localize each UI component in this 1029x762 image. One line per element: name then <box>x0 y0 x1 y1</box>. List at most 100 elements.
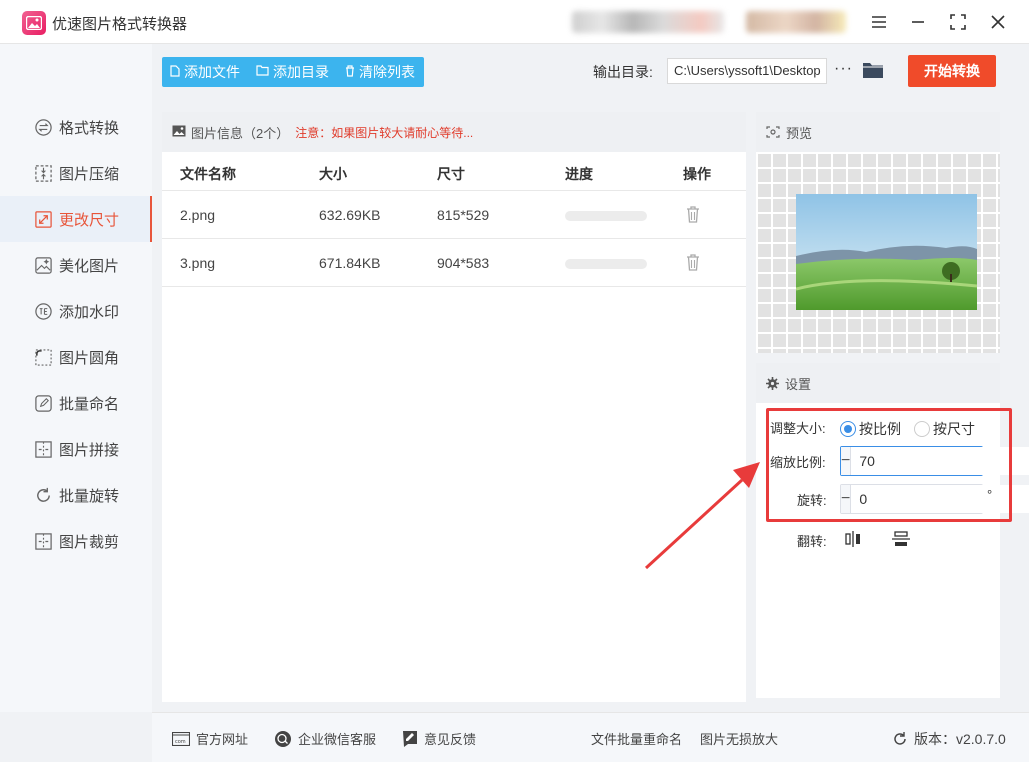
preview-header: 预览 <box>756 112 1000 152</box>
rename-icon <box>34 394 53 413</box>
delete-icon[interactable] <box>686 253 700 274</box>
output-dir-field[interactable]: C:\Users\yssoft1\Desktop <box>667 58 827 84</box>
official-website-label: 官方网址 <box>196 732 249 747</box>
version-label: 版本：v2.0.7.0 <box>914 731 1006 747</box>
wechat-support-link[interactable]: 企业微信客服 <box>274 729 376 748</box>
output-dir-label: 输出目录: <box>593 64 653 80</box>
app-title: 优速图片格式转换器 <box>52 16 188 33</box>
file-name-cell: 2.png <box>180 207 216 223</box>
sidebar-item-label: 美化图片 <box>59 257 120 275</box>
column-header-actions: 操作 <box>683 166 711 182</box>
sidebar-item-resize[interactable]: 更改尺寸 <box>0 196 152 242</box>
lossless-upscale-link[interactable]: 图片无损放大 <box>700 729 778 748</box>
feedback-label: 意见反馈 <box>424 732 477 747</box>
resize-icon <box>34 210 53 229</box>
flip-horizontal-icon[interactable] <box>844 530 862 551</box>
wechat-support-label: 企业微信客服 <box>298 732 377 747</box>
title-bar: 优速图片格式转换器 <box>0 0 1029 44</box>
menu-icon[interactable] <box>868 11 890 33</box>
sidebar-item-beautify[interactable]: 美化图片 <box>0 242 152 288</box>
sidebar-item-label: 更改尺寸 <box>59 211 120 229</box>
table-row[interactable]: 2.png 632.69KB 815*529 <box>162 191 746 239</box>
sidebar-item-format-convert[interactable]: 格式转换 <box>0 104 152 150</box>
feedback-icon <box>403 730 417 747</box>
add-file-button[interactable]: 添加文件 <box>162 57 248 87</box>
sidebar-item-label: 批量旋转 <box>59 487 120 505</box>
watermark-icon <box>34 302 53 321</box>
compress-icon <box>34 164 53 183</box>
folder-icon <box>256 65 269 79</box>
file-name-cell: 3.png <box>180 255 216 271</box>
sidebar-item-compress[interactable]: 图片压缩 <box>0 150 152 196</box>
batch-rename-label: 文件批量重命名 <box>591 732 683 747</box>
settings-title: 设置 <box>785 376 812 392</box>
trash-icon <box>345 64 355 80</box>
table-row[interactable]: 3.png 671.84KB 904*583 <box>162 239 746 287</box>
app-logo-icon <box>22 11 46 35</box>
sidebar-item-label: 批量命名 <box>59 395 120 413</box>
maximize-icon[interactable] <box>947 11 969 33</box>
file-info-header: 图片信息（2个） 注意：如果图片较大请耐心等待... <box>162 112 746 152</box>
progress-bar <box>565 211 647 221</box>
file-info-title: 图片信息（2个） <box>191 125 290 141</box>
sidebar-item-label: 添加水印 <box>59 303 120 321</box>
settings-header: 设置 <box>756 363 1000 403</box>
flip-vertical-icon[interactable] <box>891 530 911 551</box>
column-header-progress: 进度 <box>565 166 593 182</box>
progress-bar <box>565 259 647 269</box>
footer: com 官方网址 企业微信客服 意见反馈 文件批量重命名 图片无损放大 版本：v… <box>152 712 1029 762</box>
stitch-icon <box>34 440 53 459</box>
sidebar-item-label: 图片裁剪 <box>59 533 120 551</box>
sidebar-item-rounded-corner[interactable]: 图片圆角 <box>0 334 152 380</box>
feedback-link[interactable]: 意见反馈 <box>402 729 476 748</box>
more-options-button[interactable]: ··· <box>834 60 853 78</box>
lossless-upscale-label: 图片无损放大 <box>700 732 779 747</box>
refresh-icon <box>894 732 906 745</box>
delete-icon[interactable] <box>686 205 700 226</box>
file-toolbar: 添加文件 添加目录 清除列表 <box>162 57 424 87</box>
sidebar-item-crop[interactable]: 图片裁剪 <box>0 518 152 564</box>
image-icon <box>172 125 186 140</box>
sidebar-item-label: 图片压缩 <box>59 165 120 183</box>
start-convert-button[interactable]: 开始转换 <box>908 55 996 87</box>
format-convert-icon <box>34 118 53 137</box>
column-header-size: 大小 <box>319 166 347 182</box>
user-info-blurred[interactable] <box>572 11 724 33</box>
preview-panel: 预览 <box>756 112 1000 353</box>
beautify-icon <box>34 256 53 275</box>
sidebar-item-label: 图片圆角 <box>59 349 120 367</box>
open-folder-icon[interactable] <box>862 61 884 82</box>
highlight-box <box>766 408 1012 522</box>
preview-icon <box>766 126 780 138</box>
file-size-cell: 632.69KB <box>319 207 381 223</box>
file-icon <box>170 64 180 80</box>
official-website-link[interactable]: com 官方网址 <box>172 729 248 748</box>
user-badge-blurred[interactable] <box>746 11 846 33</box>
sidebar-item-label: 图片拼接 <box>59 441 120 459</box>
gear-icon <box>766 376 779 390</box>
file-dims-cell: 904*583 <box>437 255 490 271</box>
add-directory-button[interactable]: 添加目录 <box>248 57 337 87</box>
preview-image <box>796 194 977 310</box>
file-size-cell: 671.84KB <box>319 255 381 271</box>
close-icon[interactable] <box>987 11 1009 33</box>
version-info[interactable]: 版本：v2.0.7.0 <box>892 729 1006 749</box>
clear-list-button[interactable]: 清除列表 <box>337 57 423 87</box>
file-dims-cell: 815*529 <box>437 207 490 223</box>
website-icon: com <box>172 731 190 746</box>
minimize-icon[interactable] <box>907 11 929 33</box>
rotate-icon <box>34 486 53 505</box>
sidebar-item-rotate[interactable]: 批量旋转 <box>0 472 152 518</box>
crop-icon <box>34 532 53 551</box>
file-warning-text: 注意：如果图片较大请耐心等待... <box>295 125 474 140</box>
column-header-filename: 文件名称 <box>180 166 236 182</box>
add-directory-label: 添加目录 <box>273 64 329 80</box>
sidebar-item-stitch[interactable]: 图片拼接 <box>0 426 152 472</box>
sidebar-item-watermark[interactable]: 添加水印 <box>0 288 152 334</box>
svg-text:com: com <box>175 739 186 745</box>
batch-rename-link[interactable]: 文件批量重命名 <box>591 729 682 748</box>
clear-list-label: 清除列表 <box>359 64 415 80</box>
column-header-dimensions: 尺寸 <box>437 166 465 182</box>
sidebar-item-rename[interactable]: 批量命名 <box>0 380 152 426</box>
file-list-panel: 图片信息（2个） 注意：如果图片较大请耐心等待... 文件名称 大小 尺寸 进度… <box>162 112 746 702</box>
